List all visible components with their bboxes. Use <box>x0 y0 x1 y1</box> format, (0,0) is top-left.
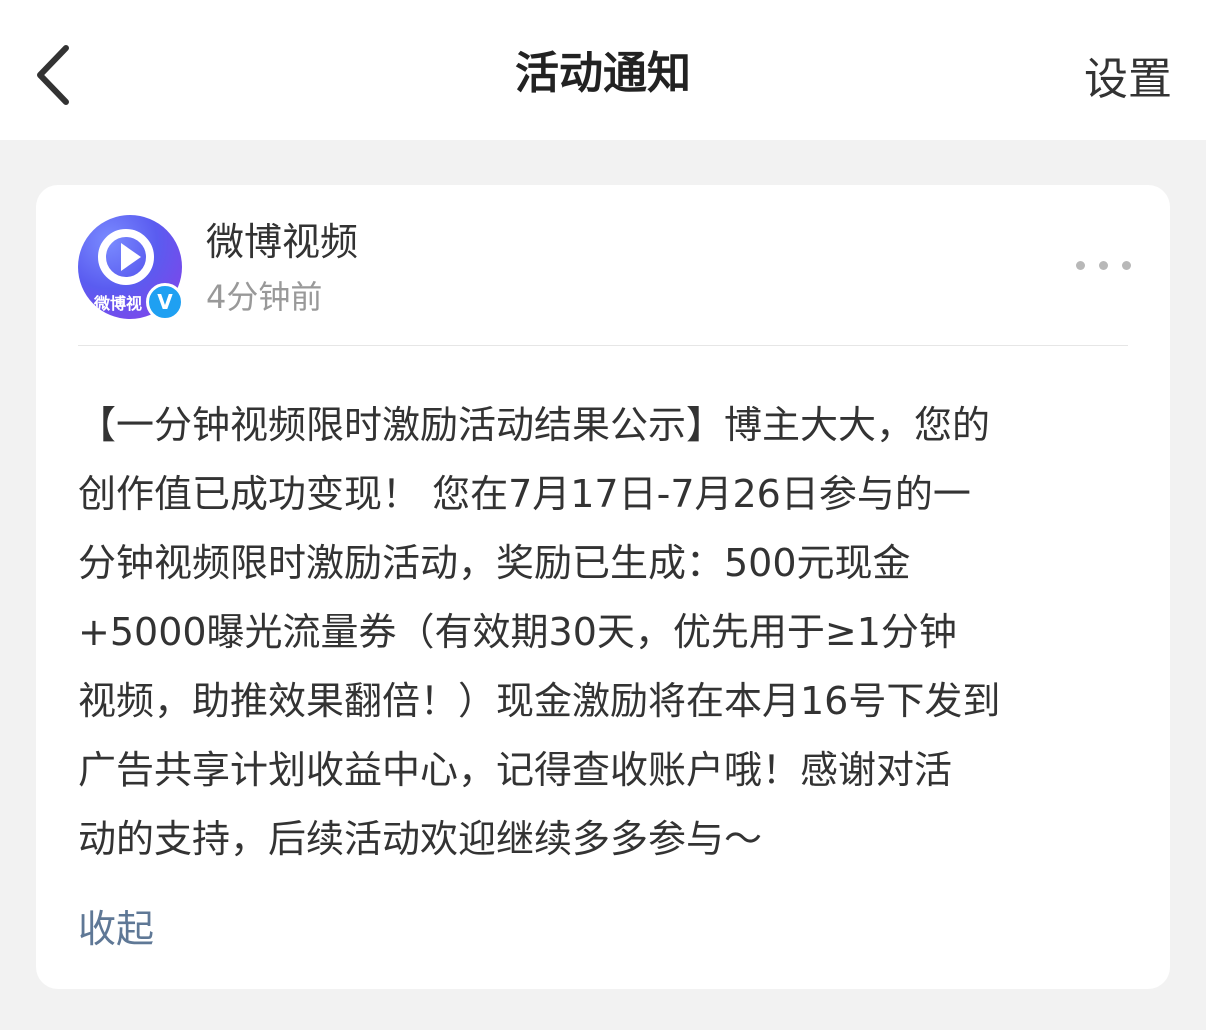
message-line: 广告共享计划收益中心，记得查收账户哦！感谢对活 <box>78 748 953 792</box>
more-dots-icon <box>1099 261 1108 270</box>
avatar-logo-text: 微博视 <box>94 294 143 313</box>
message-line: 【一分钟视频限时激励活动结果公示】博主大大，您的 <box>78 403 991 447</box>
more-dots-icon <box>1076 261 1085 270</box>
more-dots-icon <box>1122 261 1131 270</box>
more-options-button[interactable] <box>1076 257 1132 273</box>
message-line: 创作值已成功变现！ 您在7月17日-7月26日参与的一 <box>78 472 971 516</box>
page-title: 活动通知 <box>515 48 691 99</box>
message-body: 【一分钟视频限时激励活动结果公示】博主大大，您的 创作值已成功变现！ 您在7月1… <box>78 391 1138 874</box>
message-line: 视频，助推效果翻倍！）现金激励将在本月16号下发到 <box>78 679 1001 723</box>
divider <box>78 345 1128 346</box>
message-line: 分钟视频限时激励活动，奖励已生成：500元现金 <box>78 541 911 585</box>
notification-card: 微博视 V 微博视频 4分钟前 【一分钟视频限时激励活动结果公示】博主大大，您的… <box>36 185 1170 989</box>
collapse-button[interactable]: 收起 <box>78 903 154 955</box>
timestamp: 4分钟前 <box>206 278 323 316</box>
message-line: 动的支持，后续活动欢迎继续多多参与～ <box>78 817 763 861</box>
message-line: +5000曝光流量券（有效期30天，优先用于≥1分钟 <box>78 610 957 654</box>
sender-name[interactable]: 微博视频 <box>206 217 358 267</box>
verified-badge-icon: V <box>146 283 184 321</box>
nav-bar: 活动通知 设置 <box>0 0 1206 140</box>
play-icon <box>121 243 141 271</box>
settings-button[interactable]: 设置 <box>1084 50 1172 110</box>
